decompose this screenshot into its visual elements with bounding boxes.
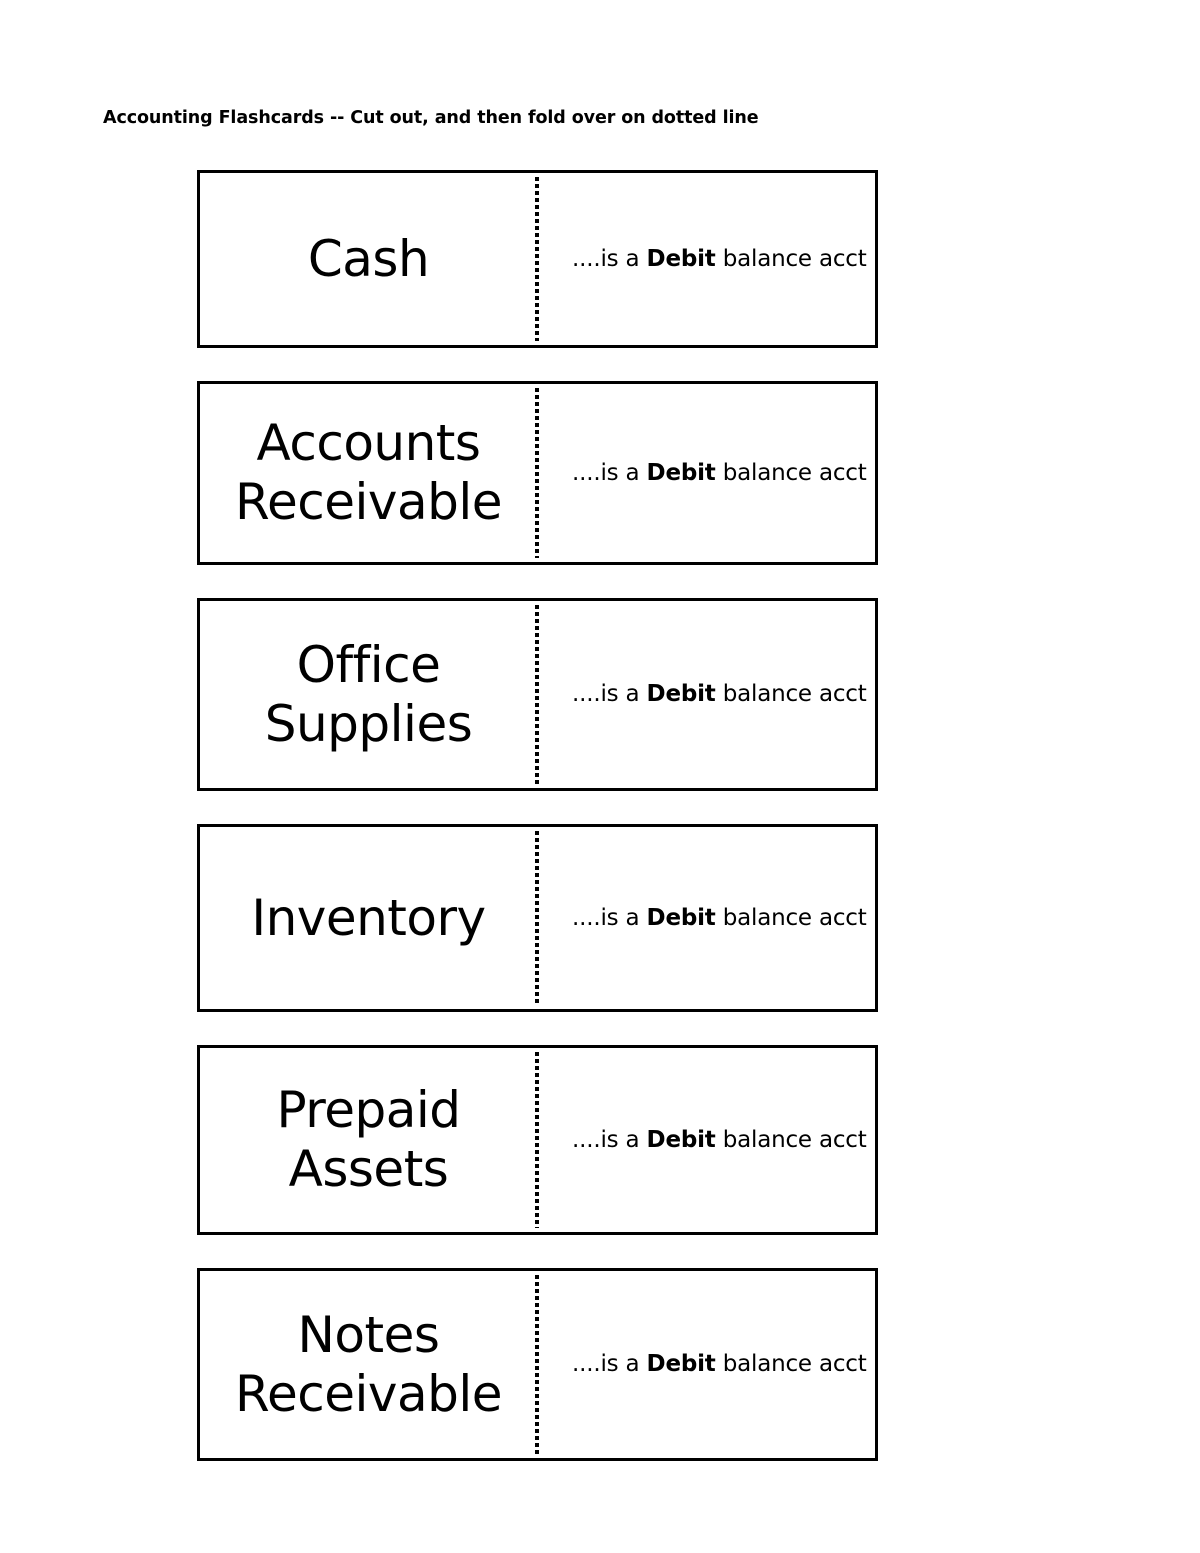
flashcard-back-prefix: ....is a — [572, 1351, 647, 1378]
flashcard-back-emphasis: Debit — [646, 1351, 716, 1378]
flashcard-back: ....is a Debit balance acct — [537, 1048, 875, 1232]
flashcard: Notes Receivable ....is a Debit balance … — [197, 1268, 878, 1461]
flashcard-back-prefix: ....is a — [572, 245, 647, 272]
flashcard-front-label: Inventory — [251, 888, 486, 947]
flashcard-back-prefix: ....is a — [572, 459, 647, 486]
flashcard-front: Prepaid Assets — [200, 1048, 537, 1232]
flashcard-back-label: ....is a Debit balance acct — [572, 1350, 867, 1379]
flashcard-back-suffix: balance acct — [715, 904, 867, 931]
flashcard-front-label: Notes Receivable — [234, 1305, 503, 1423]
flashcard-back-prefix: ....is a — [572, 1126, 647, 1153]
flashcards-page: Accounting Flashcards -- Cut out, and th… — [0, 0, 1200, 1553]
flashcard-back-prefix: ....is a — [572, 681, 647, 708]
page-title: Accounting Flashcards -- Cut out, and th… — [103, 108, 759, 128]
flashcard-front-label: Cash — [307, 229, 430, 288]
flashcard-back-emphasis: Debit — [646, 904, 716, 931]
flashcard-front: Inventory — [200, 827, 537, 1009]
flashcard-back-suffix: balance acct — [715, 681, 867, 708]
flashcard-back-suffix: balance acct — [715, 459, 867, 486]
flashcard-back: ....is a Debit balance acct — [537, 827, 875, 1009]
flashcard-back-suffix: balance acct — [715, 1351, 867, 1378]
flashcard-front: Office Supplies — [200, 601, 537, 788]
flashcard-front-label: Accounts Receivable — [234, 414, 503, 531]
flashcard-back-label: ....is a Debit balance acct — [572, 904, 867, 933]
flashcard-back-suffix: balance acct — [715, 1126, 867, 1153]
flashcard-back-label: ....is a Debit balance acct — [572, 459, 867, 488]
flashcard-front: Notes Receivable — [200, 1271, 537, 1458]
flashcard: Inventory ....is a Debit balance acct — [197, 824, 878, 1012]
flashcard-list: Cash ....is a Debit balance acct Account… — [197, 170, 878, 1461]
flashcard-back-suffix: balance acct — [715, 245, 867, 272]
flashcard-back-label: ....is a Debit balance acct — [572, 1126, 867, 1155]
flashcard-front: Accounts Receivable — [200, 384, 537, 562]
flashcard: Prepaid Assets ....is a Debit balance ac… — [197, 1045, 878, 1235]
flashcard-back: ....is a Debit balance acct — [537, 1271, 875, 1458]
flashcard-front-label: Prepaid Assets — [276, 1081, 462, 1198]
flashcard-front: Cash — [200, 173, 537, 345]
flashcard-back-emphasis: Debit — [646, 245, 716, 272]
flashcard-back: ....is a Debit balance acct — [537, 173, 875, 345]
flashcard-back-emphasis: Debit — [646, 459, 716, 486]
flashcard: Accounts Receivable ....is a Debit balan… — [197, 381, 878, 565]
flashcard-back-prefix: ....is a — [572, 904, 647, 931]
flashcard-back-label: ....is a Debit balance acct — [572, 245, 867, 274]
flashcard-back-label: ....is a Debit balance acct — [572, 680, 867, 709]
flashcard-back-emphasis: Debit — [646, 681, 716, 708]
flashcard: Office Supplies ....is a Debit balance a… — [197, 598, 878, 791]
flashcard-front-label: Office Supplies — [264, 635, 473, 753]
flashcard-back: ....is a Debit balance acct — [537, 601, 875, 788]
flashcard-back-emphasis: Debit — [646, 1126, 716, 1153]
flashcard: Cash ....is a Debit balance acct — [197, 170, 878, 348]
flashcard-back: ....is a Debit balance acct — [537, 384, 875, 562]
